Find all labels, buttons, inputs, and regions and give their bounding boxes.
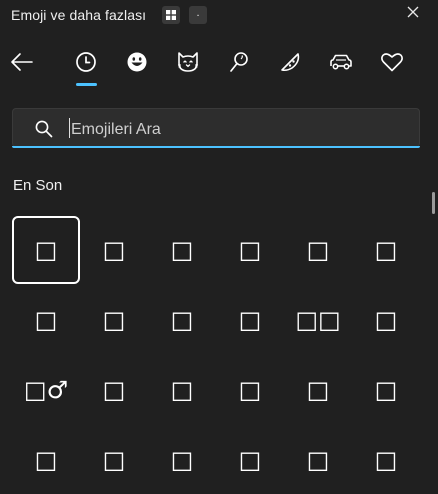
emoji-cell[interactable]: □ bbox=[216, 286, 284, 354]
emoji-glyph: □ bbox=[170, 306, 194, 334]
emoji-cell[interactable]: □ bbox=[148, 216, 216, 284]
emoji-glyph: □ bbox=[238, 306, 262, 334]
emoji-cell[interactable]: □ bbox=[12, 426, 80, 494]
emoji-cell[interactable]: □ bbox=[148, 286, 216, 354]
pizza-icon bbox=[281, 53, 300, 72]
selected-tab-indicator bbox=[76, 83, 97, 86]
emoji-cell[interactable]: □ bbox=[148, 426, 216, 494]
emoji-glyph: □ bbox=[238, 376, 262, 404]
car-icon bbox=[330, 54, 352, 70]
tab-food[interactable] bbox=[221, 44, 257, 80]
emoji-cell[interactable]: □ bbox=[352, 356, 420, 424]
emoji-glyph: □ bbox=[170, 376, 194, 404]
search-box[interactable] bbox=[12, 108, 420, 148]
lollipop-icon bbox=[230, 52, 248, 72]
emoji-cell[interactable]: □ bbox=[352, 426, 420, 494]
text-caret bbox=[69, 118, 70, 138]
windows-key-hint bbox=[162, 6, 180, 24]
clock-icon bbox=[76, 52, 96, 72]
emoji-glyph: □ bbox=[306, 446, 330, 474]
tab-animals[interactable] bbox=[170, 44, 206, 80]
emoji-glyph: □ bbox=[102, 446, 126, 474]
emoji-glyph: □□ bbox=[295, 306, 341, 334]
emoji-cell[interactable]: □ bbox=[352, 286, 420, 354]
windows-logo-icon bbox=[166, 10, 176, 20]
category-tabs bbox=[0, 44, 438, 90]
back-arrow-icon bbox=[11, 53, 33, 71]
emoji-cell[interactable]: □ bbox=[80, 356, 148, 424]
emoji-glyph: □ bbox=[170, 236, 194, 264]
period-key-hint: . bbox=[189, 6, 207, 24]
tab-recent[interactable] bbox=[68, 44, 104, 80]
emoji-glyph: □ bbox=[170, 446, 194, 474]
emoji-glyph: □ bbox=[306, 236, 330, 264]
emoji-cell[interactable]: □ bbox=[80, 426, 148, 494]
close-button[interactable] bbox=[402, 1, 424, 23]
emoji-glyph: □ bbox=[34, 306, 58, 334]
emoji-cell[interactable]: □♂ bbox=[12, 356, 80, 424]
emoji-cell[interactable]: □ bbox=[216, 216, 284, 284]
emoji-cell[interactable]: □ bbox=[352, 216, 420, 284]
tab-pizza[interactable] bbox=[272, 44, 308, 80]
emoji-glyph: □ bbox=[238, 446, 262, 474]
emoji-cell[interactable]: □ bbox=[80, 216, 148, 284]
emoji-cell[interactable]: □ bbox=[216, 426, 284, 494]
title-bar: Emoji ve daha fazlası . bbox=[0, 0, 438, 30]
emoji-glyph: □♂ bbox=[23, 376, 69, 404]
emoji-glyph: □ bbox=[102, 236, 126, 264]
emoji-cell[interactable]: □□ bbox=[284, 286, 352, 354]
emoji-glyph: □ bbox=[34, 446, 58, 474]
emoji-cell[interactable]: □ bbox=[216, 356, 284, 424]
heart-icon bbox=[381, 53, 403, 72]
scrollbar-thumb[interactable] bbox=[432, 192, 435, 214]
back-button[interactable] bbox=[4, 44, 40, 80]
tab-smileys[interactable] bbox=[119, 44, 155, 80]
emoji-glyph: □ bbox=[306, 376, 330, 404]
tab-travel[interactable] bbox=[323, 44, 359, 80]
emoji-cell[interactable]: □ bbox=[12, 286, 80, 354]
section-title: En Son bbox=[13, 177, 63, 194]
emoji-glyph: □ bbox=[102, 376, 126, 404]
emoji-glyph: □ bbox=[374, 376, 398, 404]
search-icon bbox=[35, 120, 53, 138]
emoji-cell[interactable]: □ bbox=[148, 356, 216, 424]
emoji-cell[interactable]: □ bbox=[80, 286, 148, 354]
emoji-glyph: □ bbox=[374, 306, 398, 334]
cat-face-icon bbox=[178, 52, 198, 72]
emoji-glyph: □ bbox=[238, 236, 262, 264]
emoji-cell[interactable]: □ bbox=[12, 216, 80, 284]
emoji-cell[interactable]: □ bbox=[284, 216, 352, 284]
emoji-glyph: □ bbox=[102, 306, 126, 334]
smiley-icon bbox=[127, 52, 147, 72]
search-input[interactable] bbox=[69, 117, 403, 143]
tab-symbols[interactable] bbox=[374, 44, 410, 80]
emoji-glyph: □ bbox=[374, 446, 398, 474]
emoji-cell[interactable]: □ bbox=[284, 356, 352, 424]
emoji-glyph: □ bbox=[34, 236, 58, 264]
window-title: Emoji ve daha fazlası bbox=[11, 7, 147, 23]
emoji-cell[interactable]: □ bbox=[284, 426, 352, 494]
period-key-label: . bbox=[196, 7, 200, 19]
close-icon bbox=[407, 6, 419, 18]
emoji-glyph: □ bbox=[374, 236, 398, 264]
